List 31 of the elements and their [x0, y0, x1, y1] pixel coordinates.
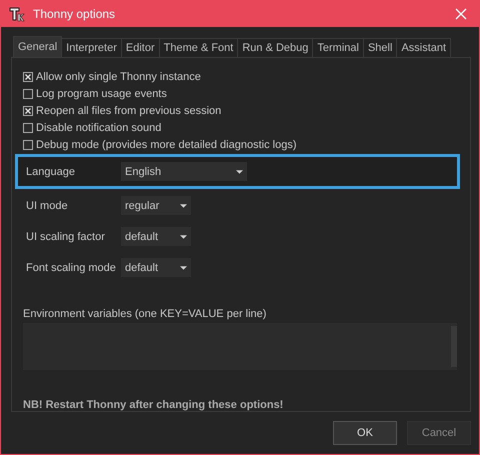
option-label: Allow only single Thonny instance	[36, 70, 201, 82]
dropdown[interactable]: default	[121, 258, 191, 277]
close-icon[interactable]	[455, 8, 467, 20]
cancel-button[interactable]: Cancel	[407, 421, 471, 445]
dropdown[interactable]: English	[121, 162, 247, 181]
caret-icon	[180, 266, 187, 270]
restart-note: NB! Restart Thonny after changing these options!	[23, 399, 284, 411]
tab[interactable]: General	[13, 36, 62, 57]
option-label: Log program usage events	[36, 88, 167, 100]
dropdown[interactable]: default	[121, 227, 191, 246]
caret-icon	[180, 204, 187, 208]
tab[interactable]: Assistant	[396, 38, 452, 57]
dropdown[interactable]: regular	[121, 196, 191, 215]
option-label: Disable notification sound	[36, 122, 162, 134]
option-label: Debug mode (provides more detailed diagnostic logs)	[36, 138, 296, 150]
setting-label: Font scaling mode	[26, 262, 117, 274]
checkbox[interactable]	[23, 88, 33, 98]
checkbox[interactable]	[23, 106, 33, 116]
checkbox[interactable]	[23, 72, 33, 82]
checkbox[interactable]	[23, 122, 33, 132]
window-title: Thonny options	[33, 6, 116, 20]
caret-icon	[236, 170, 243, 174]
option-label: Reopen all files from previous session	[36, 104, 222, 116]
checkbox[interactable]	[23, 140, 33, 150]
setting-label: UI mode	[26, 200, 69, 212]
setting-label: UI scaling factor	[26, 230, 106, 242]
app-logo-icon	[9, 6, 25, 22]
setting-label: Language	[26, 166, 76, 178]
field-label: Environment variables (one KEY=VALUE per line)	[23, 308, 268, 320]
caret-icon	[180, 234, 187, 238]
ok-button[interactable]: OK	[333, 421, 397, 445]
